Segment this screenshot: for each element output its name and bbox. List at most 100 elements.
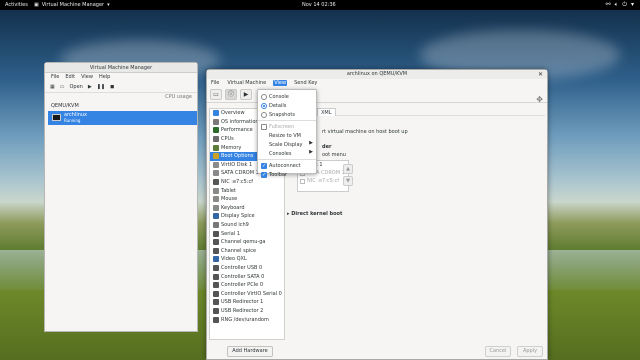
- sidebar-item[interactable]: Sound ich9: [210, 221, 284, 230]
- name-column-header: [50, 94, 52, 100]
- sidebar-item-label: NIC :e7:c5:cf: [221, 179, 254, 186]
- play-icon[interactable]: ▶: [240, 89, 252, 100]
- menu-separator: [258, 159, 316, 160]
- close-icon[interactable]: ✕: [538, 70, 543, 79]
- move-icon[interactable]: ✥: [536, 95, 543, 104]
- new-vm-icon[interactable]: ▦: [50, 84, 55, 90]
- view-menu-item[interactable]: Scale Display ▶: [258, 140, 316, 149]
- sidebar-item[interactable]: Controller PCIe 0: [210, 281, 284, 290]
- sidebar-item-label: Mouse: [221, 196, 238, 203]
- sidebar-item-label: Memory: [221, 144, 242, 151]
- sidebar-item[interactable]: Mouse: [210, 195, 284, 204]
- sidebar-item-label: CPUs: [221, 136, 234, 143]
- vmm-toolbar: ▦ ▭ Open ▶ ❚❚ ◼: [45, 81, 197, 93]
- vmm-menubar: File Edit View Help: [45, 73, 197, 81]
- sidebar-item[interactable]: Controller VirtIO Serial 0: [210, 289, 284, 298]
- sidebar-item-label: USB Redirector 1: [221, 299, 264, 306]
- vmm-menu-view[interactable]: View: [81, 74, 93, 80]
- sidebar-item[interactable]: USB Redirector 2: [210, 307, 284, 316]
- view-menu-item-label: Scale Display: [269, 141, 303, 148]
- view-menu-item[interactable]: Resize to VM: [258, 131, 316, 140]
- boot-order-label: der: [322, 144, 332, 150]
- sidebar-item[interactable]: Video QXL: [210, 255, 284, 264]
- view-menu-item-label: Toolbar: [269, 171, 288, 178]
- tab-xml[interactable]: XML: [317, 108, 336, 116]
- cancel-button[interactable]: Cancel: [485, 346, 511, 357]
- hardware-icon: [213, 264, 219, 271]
- connection-group[interactable]: QEMU/KVM: [45, 101, 197, 111]
- hardware-icon: [213, 118, 219, 125]
- pause-icon[interactable]: ❚❚: [97, 84, 105, 90]
- menu-separator: [258, 120, 316, 121]
- menu-file[interactable]: File: [210, 80, 220, 86]
- sidebar-item[interactable]: NIC :e7:c5:cf: [210, 178, 284, 187]
- sidebar-item-label: Controller USB 0: [221, 264, 263, 271]
- move-down-button[interactable]: ▼: [343, 176, 353, 186]
- sidebar-item-label: VirtIO Disk 1: [221, 161, 253, 168]
- boot-menu-checkbox-label[interactable]: oot menu: [322, 152, 346, 158]
- hardware-icon: [213, 196, 219, 203]
- vmm-open-button[interactable]: Open: [69, 84, 82, 90]
- view-menu-item[interactable]: ✓ Autoconnect: [258, 161, 316, 170]
- sidebar-item[interactable]: Channel spice: [210, 247, 284, 256]
- app-menu[interactable]: ▣ Virtual Machine Manager ▾: [34, 2, 110, 8]
- sidebar-item-label: Video QXL: [221, 256, 247, 263]
- chevron-down-icon: ▾: [630, 1, 634, 8]
- play-icon[interactable]: ▶: [88, 84, 92, 90]
- menu-view[interactable]: View: [273, 80, 288, 86]
- vmm-menu-file[interactable]: File: [51, 74, 59, 80]
- view-menu-item[interactable]: Details: [258, 101, 316, 110]
- move-up-button[interactable]: ▲: [343, 164, 353, 174]
- sidebar-item[interactable]: USB Redirector 1: [210, 298, 284, 307]
- hardware-icon: [213, 247, 219, 254]
- autostart-checkbox-label[interactable]: rt virtual machine on host boot up: [322, 129, 408, 135]
- menu-send-key[interactable]: Send Key: [293, 80, 318, 86]
- view-menu-item[interactable]: Snapshots: [258, 110, 316, 119]
- sidebar-item[interactable]: Display Spice: [210, 212, 284, 221]
- vmm-menu-edit[interactable]: Edit: [65, 74, 75, 80]
- sidebar-item-label: Keyboard: [221, 204, 245, 211]
- activities-button[interactable]: Activities: [5, 2, 28, 8]
- stop-icon[interactable]: ◼: [110, 84, 114, 90]
- submenu-arrow-icon: ▶: [309, 140, 313, 146]
- vm-row[interactable]: archlinux Running: [48, 111, 197, 125]
- hardware-icon: [213, 153, 219, 160]
- details-view-icon[interactable]: ⓘ: [225, 89, 237, 100]
- hardware-icon: [213, 273, 219, 280]
- radio-icon: [261, 111, 267, 118]
- system-tray[interactable]: ⚯ 🔈︎ ⏻ ▾: [606, 1, 634, 9]
- network-icon: ⚯: [605, 1, 611, 8]
- console-view-icon[interactable]: ▭: [210, 89, 222, 100]
- view-menu-item: Fullscreen: [258, 122, 316, 131]
- sidebar-item[interactable]: Controller SATA 0: [210, 272, 284, 281]
- monitor-icon[interactable]: ▭: [60, 84, 65, 90]
- hardware-icon: [213, 204, 219, 211]
- checkbox[interactable]: [300, 178, 305, 184]
- sidebar-item[interactable]: Channel qemu-ga: [210, 238, 284, 247]
- sidebar-item-label: Serial 1: [221, 230, 240, 237]
- tab-bar: XML: [287, 108, 545, 116]
- view-menu-item[interactable]: ✓ Toolbar: [258, 170, 316, 179]
- hardware-icon: [213, 290, 219, 297]
- add-hardware-button[interactable]: Add Hardware: [227, 346, 273, 357]
- view-menu-item[interactable]: Console: [258, 92, 316, 101]
- menu-virtual-machine[interactable]: Virtual Machine: [226, 80, 267, 86]
- sidebar-item-label: Boot Options: [221, 153, 254, 160]
- vmm-list-header: CPU usage: [45, 93, 197, 101]
- checkbox-icon: ✓: [261, 162, 267, 169]
- sidebar-item[interactable]: Tablet: [210, 186, 284, 195]
- cpu-usage-header: CPU usage: [165, 94, 192, 100]
- clock[interactable]: Nov 14 02:36: [302, 2, 336, 8]
- view-menu-item[interactable]: Consoles ▶: [258, 149, 316, 158]
- vmm-menu-help[interactable]: Help: [99, 74, 110, 80]
- sidebar-item[interactable]: RNG /dev/urandom: [210, 315, 284, 324]
- apply-button[interactable]: Apply: [517, 346, 543, 357]
- hardware-icon: [213, 239, 219, 246]
- hardware-icon: [213, 256, 219, 263]
- sidebar-item-label: OS information: [221, 118, 259, 125]
- sidebar-item[interactable]: Keyboard: [210, 204, 284, 213]
- sidebar-item[interactable]: Controller USB 0: [210, 264, 284, 273]
- direct-kernel-boot-expander[interactable]: ▸ Direct kernel boot: [287, 211, 342, 217]
- sidebar-item[interactable]: Serial 1: [210, 229, 284, 238]
